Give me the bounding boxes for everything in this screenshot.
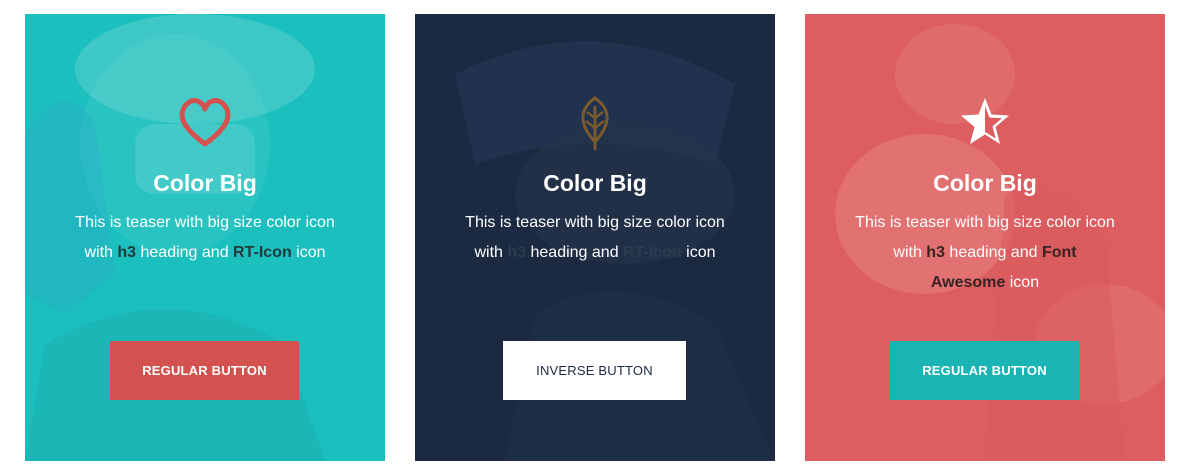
card-description: This is teaser with big size color icon …	[465, 214, 725, 261]
teaser-card-1: Color Big This is teaser with big size c…	[25, 14, 385, 461]
inverse-button[interactable]: INVERSE BUTTON	[503, 341, 686, 400]
card-description: This is teaser with big size color icon …	[75, 214, 335, 261]
regular-button[interactable]: REGULAR BUTTON	[890, 341, 1079, 400]
leaf-icon	[415, 92, 775, 152]
card-title: Color Big	[933, 170, 1037, 196]
heart-icon	[25, 92, 385, 152]
star-half-icon	[805, 92, 1165, 152]
teaser-card-2: Color Big This is teaser with big size c…	[415, 14, 775, 461]
teaser-card-3: Color Big This is teaser with big size c…	[805, 14, 1165, 461]
card-title: Color Big	[543, 170, 647, 196]
card-description: This is teaser with big size color icon …	[855, 214, 1115, 291]
regular-button[interactable]: REGULAR BUTTON	[110, 341, 299, 400]
card-title: Color Big	[153, 170, 257, 196]
